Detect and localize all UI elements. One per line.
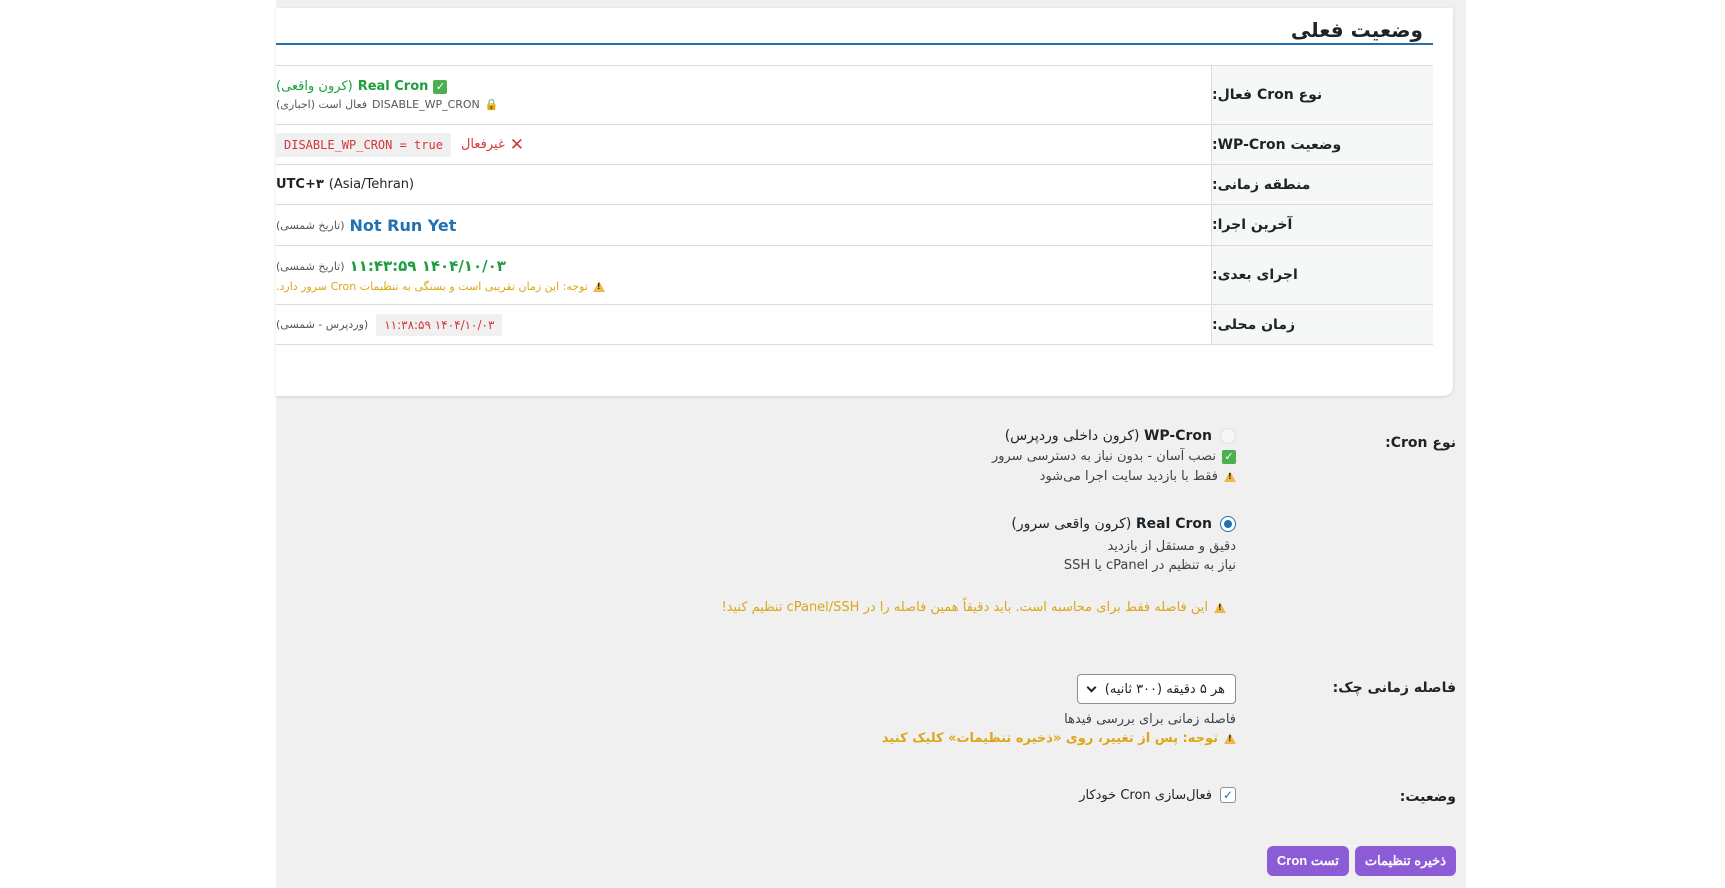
chevron-down-icon xyxy=(1086,682,1097,692)
action-buttons: ذخیره تنظیمات تست Cron xyxy=(1266,846,1456,876)
interval-select[interactable]: هر ۵ دقیقه (۳۰۰ ثانیه) xyxy=(1076,674,1236,704)
x-icon: ✕ xyxy=(509,134,524,155)
real-cron-option-desc: (کرون واقعی سرور) xyxy=(1011,516,1132,532)
check-square-icon: ✓ xyxy=(1222,449,1236,464)
row-value: ✕ غیرفعال DISABLE_WP_CRON = true xyxy=(276,125,1211,164)
wp-cron-pro: نصب آسان - بدون نیاز به دسترسی سرور xyxy=(991,449,1216,464)
real-cron-option-name: Real Cron xyxy=(1135,516,1212,532)
row-label: نوع Cron فعال: xyxy=(1211,66,1433,124)
local-time-note: (وردپرس - شمسی) xyxy=(276,318,369,331)
real-cron-radio[interactable] xyxy=(1220,516,1236,532)
next-run-value: ۱۴۰۴/۱۰/۰۳ ۱۱:۴۳:۵۹ xyxy=(349,257,506,275)
timezone-zone: (Asia/Tehran) xyxy=(328,177,415,192)
row-value: ✓ Real Cron (کرون واقعی) 🔒 DISABLE_WP_CR… xyxy=(276,66,1211,124)
status-table: نوع Cron فعال: ✓ Real Cron (کرون واقعی) … xyxy=(276,65,1433,345)
check-square-icon: ✓ xyxy=(433,79,448,94)
settings-page: وضعیت فعلی نوع Cron فعال: ✓ Real Cron (ک… xyxy=(276,0,1466,888)
next-run-warning: توجه: این زمان تقریبی است و بستگی به تنظ… xyxy=(276,280,588,293)
row-value: Not Run Yet (تاریخ شمسی) xyxy=(276,205,1211,245)
wp-cron-code: DISABLE_WP_CRON = true xyxy=(276,132,451,157)
row-label: زمان محلی: xyxy=(1211,305,1433,344)
last-run-value: Not Run Yet xyxy=(349,215,457,235)
interval-warning: این فاصله فقط برای محاسبه است. باید دقیق… xyxy=(721,600,1208,615)
active-cron-desc: (کرون واقعی) xyxy=(276,79,353,94)
active-cron-name: Real Cron xyxy=(357,79,429,94)
warning-icon xyxy=(1224,471,1236,482)
status-card-title: وضعیت فعلی xyxy=(1290,18,1423,42)
timezone-offset: UTC+۳ xyxy=(276,177,324,192)
local-time-value: ۱۴۰۴/۱۰/۰۳ ۱۱:۳۸:۵۹ xyxy=(376,313,503,336)
cron-type-label: نوع Cron: xyxy=(1385,435,1456,451)
cron-type-options: WP-Cron (کرون داخلی وردپرس) ✓ نصب آسان -… xyxy=(721,428,1236,615)
row-next-run: اجرای بعدی: ۱۴۰۴/۱۰/۰۳ ۱۱:۴۳:۵۹ (تاریخ ش… xyxy=(276,246,1433,305)
warning-icon xyxy=(1214,602,1226,613)
lock-icon: 🔒 xyxy=(484,98,499,111)
option-wp-cron[interactable]: WP-Cron (کرون داخلی وردپرس) xyxy=(721,428,1236,444)
disable-wp-cron-code: DISABLE_WP_CRON xyxy=(372,98,480,111)
wp-cron-con: فقط با بازدید سایت اجرا می‌شود xyxy=(1039,469,1218,484)
disable-wp-cron-note: فعال است (اجباری) xyxy=(276,98,368,111)
wp-cron-option-desc: (کرون داخلی وردپرس) xyxy=(1004,428,1140,444)
status-card: وضعیت فعلی نوع Cron فعال: ✓ Real Cron (ک… xyxy=(276,8,1453,396)
interval-field: هر ۵ دقیقه (۳۰۰ ثانیه) فاصله زمانی برای … xyxy=(882,674,1236,746)
auto-cron-checkbox[interactable]: ✓ xyxy=(1220,787,1236,803)
row-active-cron-type: نوع Cron فعال: ✓ Real Cron (کرون واقعی) … xyxy=(276,66,1433,125)
row-local-time: زمان محلی: ۱۴۰۴/۱۰/۰۳ ۱۱:۳۸:۵۹ (وردپرس -… xyxy=(276,305,1433,345)
row-value: ۱۴۰۴/۱۰/۰۳ ۱۱:۳۸:۵۹ (وردپرس - شمسی) xyxy=(276,305,1211,344)
option-real-cron[interactable]: Real Cron (کرون واقعی سرور) xyxy=(721,516,1236,532)
row-value: ۱۴۰۴/۱۰/۰۳ ۱۱:۴۳:۵۹ (تاریخ شمسی) توجه: ا… xyxy=(276,246,1211,304)
next-run-note: (تاریخ شمسی) xyxy=(276,259,345,273)
save-settings-button[interactable]: ذخیره تنظیمات xyxy=(1354,846,1456,876)
wp-cron-radio[interactable] xyxy=(1220,428,1236,444)
wp-cron-option-name: WP-Cron xyxy=(1143,428,1212,444)
row-label: وضعیت WP-Cron: xyxy=(1211,125,1433,164)
wp-cron-status: غیرفعال xyxy=(460,137,505,152)
warning-icon xyxy=(1224,733,1236,744)
interval-label: فاصله زمانی چک: xyxy=(1332,680,1456,696)
test-cron-button[interactable]: تست Cron xyxy=(1266,846,1349,876)
real-cron-pro: دقیق و مستقل از بازدید xyxy=(1107,539,1236,554)
row-wp-cron-status: وضعیت WP-Cron: ✕ غیرفعال DISABLE_WP_CRON… xyxy=(276,125,1433,165)
auto-cron-toggle[interactable]: ✓ فعال‌سازی Cron خودکار xyxy=(1079,787,1236,803)
row-value: (Asia/Tehran) UTC+۳ xyxy=(276,165,1211,204)
real-cron-con: نیاز به تنظیم در cPanel یا SSH xyxy=(1063,558,1236,573)
row-label: آخرین اجرا: xyxy=(1211,205,1433,245)
save-reminder: توجه: پس از تغییر، روی «ذخیره تنظیمات» ک… xyxy=(881,731,1218,746)
row-last-run: آخرین اجرا: Not Run Yet (تاریخ شمسی) xyxy=(276,205,1433,246)
row-label: منطقه زمانی: xyxy=(1211,165,1433,204)
auto-cron-label: فعال‌سازی Cron خودکار xyxy=(1079,787,1212,803)
row-timezone: منطقه زمانی: (Asia/Tehran) UTC+۳ xyxy=(276,165,1433,205)
row-label: اجرای بعدی: xyxy=(1211,246,1433,304)
interval-selected: هر ۵ دقیقه (۳۰۰ ثانیه) xyxy=(1104,681,1225,697)
status-label: وضعیت: xyxy=(1399,789,1456,805)
title-underline xyxy=(276,43,1433,45)
warning-icon xyxy=(592,281,605,292)
last-run-note: (تاریخ شمسی) xyxy=(276,218,345,232)
interval-desc: فاصله زمانی برای بررسی فیدها xyxy=(1064,712,1236,727)
